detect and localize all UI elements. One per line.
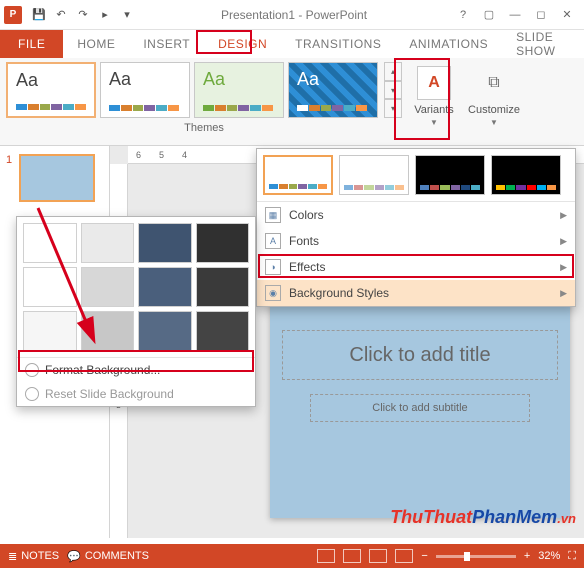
variant-thumb-2[interactable]	[339, 155, 409, 195]
zoom-out-button[interactable]: −	[421, 550, 427, 562]
tab-insert[interactable]: INSERT	[129, 30, 204, 58]
variant-menu: ▦Colors▶ AFonts▶ ◑Effects▶ ◉Background S…	[257, 201, 575, 306]
variants-dropdown: ▦Colors▶ AFonts▶ ◑Effects▶ ◉Background S…	[256, 148, 576, 307]
bg-swatch[interactable]	[23, 267, 77, 307]
qat-save-icon[interactable]: 💾	[29, 5, 49, 25]
variant-thumb-row	[257, 149, 575, 201]
fonts-icon: A	[265, 233, 281, 249]
chevron-down-icon[interactable]: ▼	[490, 118, 498, 127]
slide-canvas[interactable]: Click to add title Click to add subtitle	[270, 288, 570, 518]
bg-swatch[interactable]	[196, 311, 250, 351]
bg-swatch[interactable]	[138, 311, 192, 351]
minimize-button[interactable]: —	[502, 5, 528, 25]
fit-to-window-button[interactable]: ⛶	[568, 550, 576, 563]
close-button[interactable]: ✕	[554, 5, 580, 25]
bg-swatch[interactable]	[138, 267, 192, 307]
menu-background-styles[interactable]: ◉Background Styles▶	[257, 280, 575, 306]
bg-swatch[interactable]	[23, 223, 77, 263]
view-sorter-button[interactable]	[343, 549, 361, 563]
qat-undo-icon[interactable]: ↶	[51, 5, 71, 25]
theme-thumb-1[interactable]: Aa	[6, 62, 96, 118]
chevron-right-icon: ▶	[560, 262, 567, 273]
menu-format-background[interactable]: Format Background...	[17, 358, 255, 382]
ribbon-options-icon[interactable]: ▢	[476, 5, 502, 25]
title-placeholder[interactable]: Click to add title	[282, 330, 558, 380]
restore-button[interactable]: ◻	[528, 5, 554, 25]
chevron-right-icon: ▶	[560, 288, 567, 299]
title-bar: P 💾 ↶ ↷ ▸ ▾ Presentation1 - PowerPoint ?…	[0, 0, 584, 30]
notes-icon: ≣	[8, 550, 17, 563]
qat-redo-icon[interactable]: ↷	[73, 5, 93, 25]
variants-group[interactable]: A Variants ▼	[404, 62, 464, 145]
view-normal-button[interactable]	[317, 549, 335, 563]
palette-bar	[16, 104, 86, 110]
format-bg-icon	[25, 363, 39, 377]
subtitle-placeholder[interactable]: Click to add subtitle	[310, 394, 530, 422]
chevron-right-icon: ▶	[560, 236, 567, 247]
tab-home[interactable]: HOME	[63, 30, 129, 58]
bg-swatch[interactable]	[196, 223, 250, 263]
zoom-in-button[interactable]: +	[524, 550, 530, 562]
view-slideshow-button[interactable]	[395, 549, 413, 563]
background-icon: ◉	[265, 285, 281, 301]
bg-swatch[interactable]	[138, 223, 192, 263]
chevron-down-icon[interactable]: ▼	[430, 118, 438, 127]
qat-customize-icon[interactable]: ▾	[117, 5, 137, 25]
tab-transitions[interactable]: TRANSITIONS	[281, 30, 395, 58]
help-icon[interactable]: ?	[450, 5, 476, 25]
status-bar: ≣NOTES 💬COMMENTS − + 32% ⛶	[0, 544, 584, 568]
tab-file[interactable]: FILE	[0, 30, 63, 58]
app-icon: P	[4, 6, 22, 24]
tab-design[interactable]: DESIGN	[204, 30, 281, 58]
theme-thumb-3[interactable]: Aa	[194, 62, 284, 118]
slide-thumbnail-1[interactable]	[19, 154, 95, 202]
chevron-right-icon: ▶	[560, 210, 567, 221]
view-reading-button[interactable]	[369, 549, 387, 563]
menu-colors[interactable]: ▦Colors▶	[257, 202, 575, 228]
watermark: ThuThuatPhanMem.vn	[390, 507, 576, 528]
variants-icon: A	[417, 66, 451, 100]
colors-icon: ▦	[265, 207, 281, 223]
slide-number: 1	[6, 154, 12, 166]
window-title: Presentation1 - PowerPoint	[138, 8, 450, 22]
background-swatches	[17, 217, 255, 357]
ribbon-body: Aa Aa Aa Aa ▴▾▾ Themes A Variants ▼ ⧉ Cu…	[0, 58, 584, 146]
customize-icon: ⧉	[477, 66, 511, 100]
variant-thumb-4[interactable]	[491, 155, 561, 195]
menu-fonts[interactable]: AFonts▶	[257, 228, 575, 254]
themes-group: Aa Aa Aa Aa ▴▾▾ Themes	[6, 62, 402, 145]
tab-slideshow[interactable]: SLIDE SHOW	[502, 30, 584, 58]
bg-swatch[interactable]	[81, 267, 135, 307]
comments-button[interactable]: 💬COMMENTS	[67, 550, 149, 563]
bg-swatch[interactable]	[196, 267, 250, 307]
theme-gallery-scroll[interactable]: ▴▾▾	[384, 62, 402, 118]
bg-swatch[interactable]	[23, 311, 77, 351]
variant-thumb-3[interactable]	[415, 155, 485, 195]
bg-swatch[interactable]	[81, 223, 135, 263]
theme-thumb-2[interactable]: Aa	[100, 62, 190, 118]
customize-group[interactable]: ⧉ Customize ▼	[464, 62, 524, 145]
tab-animations[interactable]: ANIMATIONS	[395, 30, 502, 58]
zoom-level[interactable]: 32%	[538, 550, 560, 562]
variant-thumb-1[interactable]	[263, 155, 333, 195]
qat-start-icon[interactable]: ▸	[95, 5, 115, 25]
comments-icon: 💬	[67, 550, 81, 563]
zoom-slider[interactable]	[436, 555, 516, 558]
background-menu: Format Background... Reset Slide Backgro…	[17, 357, 255, 406]
menu-reset-background[interactable]: Reset Slide Background	[17, 382, 255, 406]
reset-bg-icon	[25, 387, 39, 401]
effects-icon: ◑	[265, 259, 281, 275]
background-styles-popup: Format Background... Reset Slide Backgro…	[16, 216, 256, 407]
notes-button[interactable]: ≣NOTES	[8, 550, 59, 563]
themes-group-label: Themes	[6, 122, 402, 134]
theme-thumb-4[interactable]: Aa	[288, 62, 378, 118]
ribbon-tabs: FILE HOME INSERT DESIGN TRANSITIONS ANIM…	[0, 30, 584, 58]
bg-swatch[interactable]	[81, 311, 135, 351]
menu-effects[interactable]: ◑Effects▶	[257, 254, 575, 280]
